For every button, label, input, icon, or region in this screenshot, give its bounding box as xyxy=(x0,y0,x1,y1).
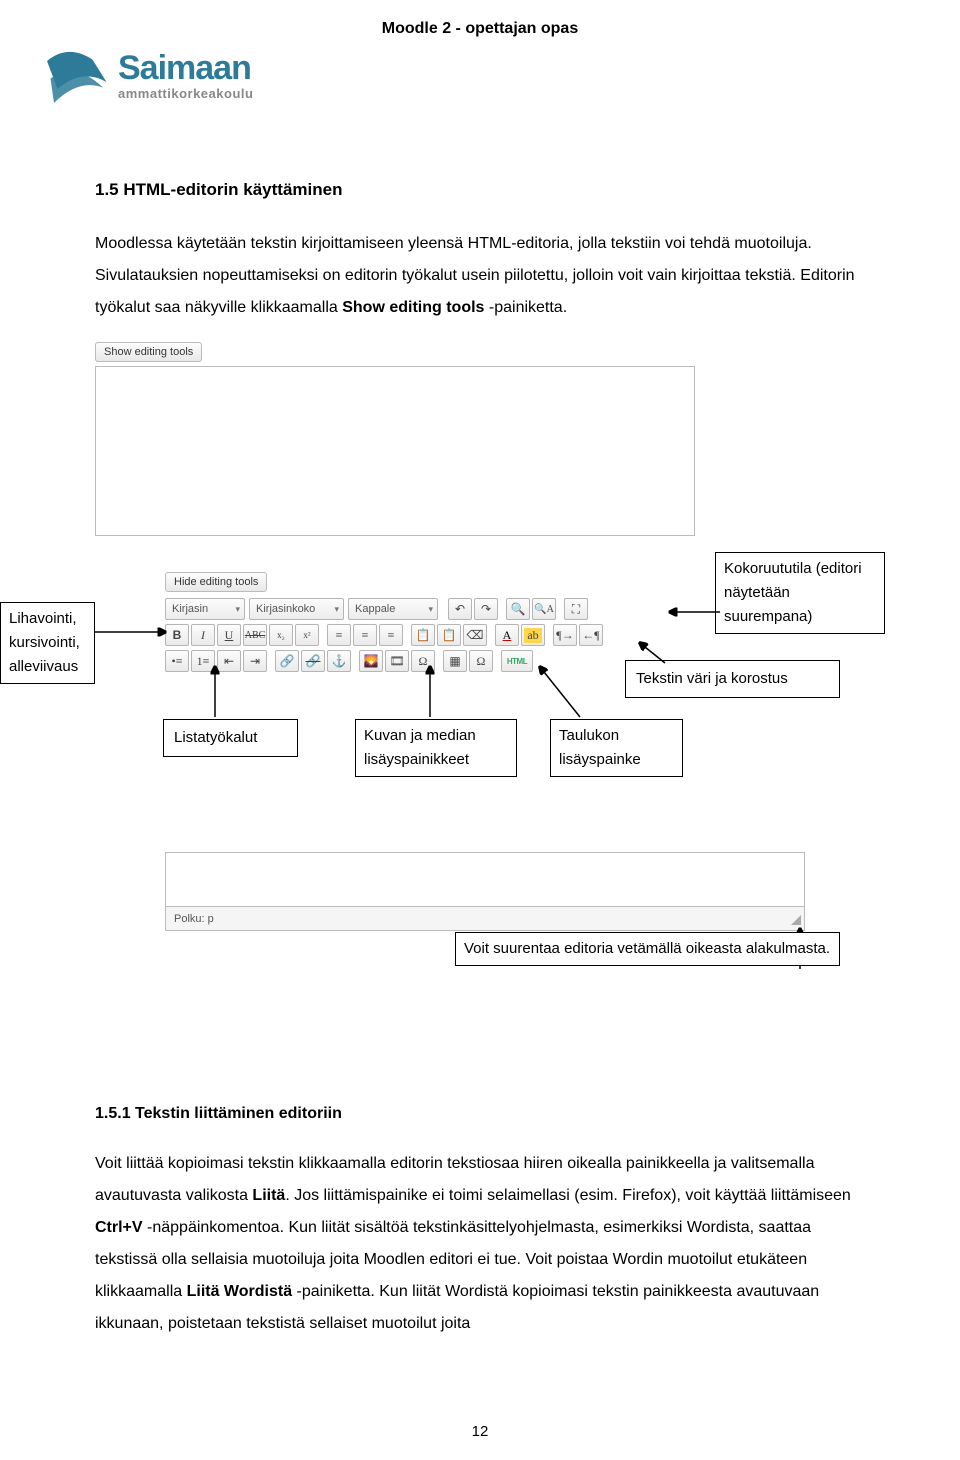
callout-image-media: Kuvan ja median lisäyspainikkeet xyxy=(355,719,517,777)
indent-icon[interactable]: ⇥ xyxy=(243,650,267,672)
special-char-icon[interactable]: Ω xyxy=(469,650,493,672)
editor-toolbar: Hide editing tools Kirjasin▾ Kirjasinkok… xyxy=(165,572,805,672)
empty-editor-area[interactable] xyxy=(95,366,695,536)
arrow-icon xyxy=(415,662,445,722)
insert-media-icon[interactable]: 🎞 xyxy=(385,650,409,672)
link-icon[interactable]: 🔗 xyxy=(275,650,299,672)
hide-editing-tools-button[interactable]: Hide editing tools xyxy=(165,572,267,592)
align-center-icon[interactable]: ≡ xyxy=(353,624,377,646)
editor-figure: Show editing tools Hide editing tools Ki… xyxy=(95,342,865,922)
redo-icon[interactable]: ↷ xyxy=(474,598,498,620)
logo: Saimaan ammattikorkeakoulu xyxy=(40,40,253,110)
paste-text-icon[interactable]: 📋 xyxy=(411,624,435,646)
font-size-select[interactable]: Kirjasinkoko▾ xyxy=(249,598,344,620)
align-right-icon[interactable]: ≡ xyxy=(379,624,403,646)
superscript-icon[interactable]: x² xyxy=(295,624,319,646)
paragraph-format-select[interactable]: Kappale▾ xyxy=(348,598,438,620)
arrow-icon xyxy=(530,662,590,722)
insert-image-icon[interactable]: 🌄 xyxy=(359,650,383,672)
find-icon[interactable]: 🔍A xyxy=(532,598,556,620)
intro-paragraph: Moodlessa käytetään tekstin kirjoittamis… xyxy=(95,228,865,324)
intro-bold-1: Show editing tools xyxy=(342,299,484,316)
logo-sub-text: ammattikorkeakoulu xyxy=(118,87,253,100)
show-editing-tools-button[interactable]: Show editing tools xyxy=(95,342,202,362)
logo-brand-text: Saimaan xyxy=(118,51,253,85)
arrow-icon xyxy=(635,638,675,668)
callout-bold-italic-underline: Lihavointi, kursivointi, alleviivaus xyxy=(0,602,95,684)
insert-table-icon[interactable]: ▦ xyxy=(443,650,467,672)
strikethrough-icon[interactable]: ABC xyxy=(243,624,267,646)
ltr-icon[interactable]: ¶→ xyxy=(553,624,577,646)
bullet-list-icon[interactable]: •≡ xyxy=(165,650,189,672)
font-family-select[interactable]: Kirjasin▾ xyxy=(165,598,245,620)
undo-icon[interactable]: ↶ xyxy=(448,598,472,620)
html-source-icon[interactable]: HTML xyxy=(501,650,533,672)
fullscreen-icon[interactable]: ⛶ xyxy=(564,598,588,620)
document-header-title: Moodle 2 - opettajan opas xyxy=(0,20,960,38)
callout-table: Taulukon lisäyspainke xyxy=(550,719,683,777)
section-heading: 1.5 HTML-editorin käyttäminen xyxy=(95,180,865,200)
arrow-icon xyxy=(95,622,175,642)
paste-word-icon[interactable]: 📋 xyxy=(437,624,461,646)
intro-text-2: -painiketta. xyxy=(484,299,567,316)
callout-list-tools: Listatyökalut xyxy=(163,719,298,757)
background-color-icon[interactable]: ab xyxy=(521,624,545,646)
anchor-icon[interactable]: ⚓ xyxy=(327,650,351,672)
subsection-paragraph: Voit liittää kopioimasi tekstin klikkaam… xyxy=(95,1148,865,1340)
page-number: 12 xyxy=(0,1423,960,1440)
text-color-icon[interactable]: A xyxy=(495,624,519,646)
editor-path-bar: Polku: p xyxy=(165,907,805,931)
arrow-icon xyxy=(665,602,725,622)
callout-fullscreen: Kokoruututila (editori näytetään suuremp… xyxy=(715,552,885,634)
callout-resize: Voit suurentaa editoria vetämällä oikeas… xyxy=(455,932,840,966)
find-replace-icon[interactable]: 🔍 xyxy=(506,598,530,620)
rtl-icon[interactable]: ←¶ xyxy=(579,624,603,646)
path-label: Polku: p xyxy=(166,913,222,925)
subsection-heading: 1.5.1 Tekstin liittäminen editoriin xyxy=(95,1105,865,1123)
logo-swoosh-icon xyxy=(40,40,110,110)
underline-icon[interactable]: U xyxy=(217,624,241,646)
unlink-icon[interactable]: 🔗 xyxy=(301,650,325,672)
arrow-icon xyxy=(200,662,230,722)
align-left-icon[interactable]: ≡ xyxy=(327,624,351,646)
remove-format-icon[interactable]: ⌫ xyxy=(463,624,487,646)
italic-icon[interactable]: I xyxy=(191,624,215,646)
subscript-icon[interactable]: x₂ xyxy=(269,624,293,646)
